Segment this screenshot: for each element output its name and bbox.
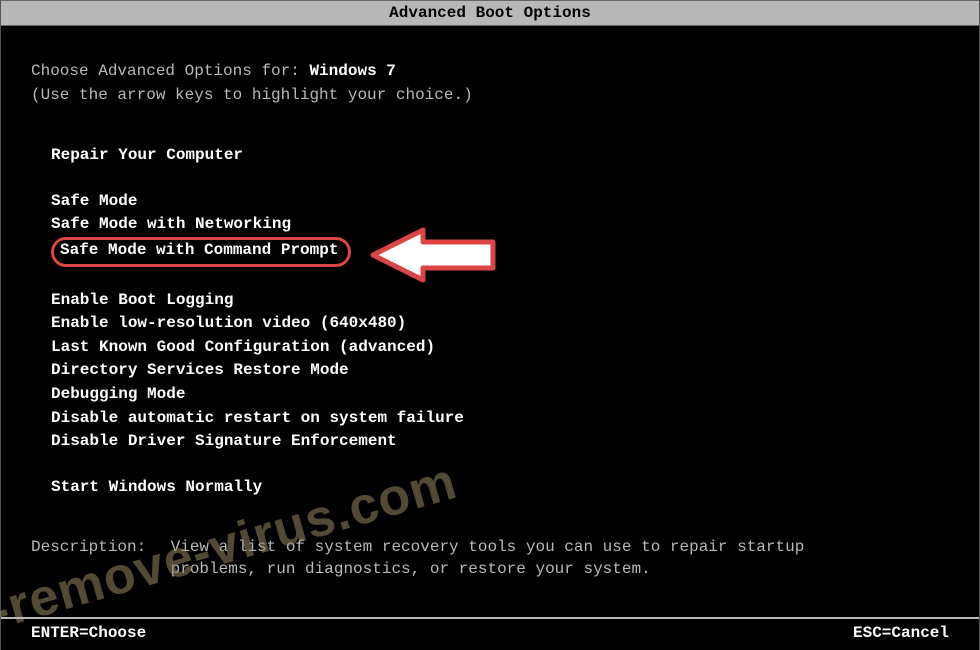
description-label: Description:	[31, 537, 161, 559]
menu-item-low-res[interactable]: Enable low-resolution video (640x480)	[51, 312, 979, 336]
header-prefix: Choose Advanced Options for:	[31, 62, 309, 80]
menu-spacer	[51, 454, 979, 476]
footer-esc-hint: ESC=Cancel	[853, 624, 949, 642]
menu-item-debug[interactable]: Debugging Mode	[51, 383, 979, 407]
footer-bar: ENTER=Choose ESC=Cancel	[1, 617, 979, 650]
annotation-highlight-border: Safe Mode with Command Prompt	[51, 237, 351, 267]
os-name: Windows 7	[309, 62, 395, 80]
boot-menu[interactable]: Repair Your Computer Safe Mode Safe Mode…	[51, 144, 979, 499]
menu-item-start-normally[interactable]: Start Windows Normally	[51, 476, 979, 500]
menu-item-safe-mode-cmd[interactable]: Safe Mode with Command Prompt	[60, 240, 338, 260]
menu-item-last-known-good[interactable]: Last Known Good Configuration (advanced)	[51, 336, 979, 360]
menu-item-boot-logging[interactable]: Enable Boot Logging	[51, 289, 979, 313]
title-bar: Advanced Boot Options	[1, 0, 979, 26]
menu-item-safe-mode-networking[interactable]: Safe Mode with Networking	[51, 213, 979, 237]
menu-item-safe-mode-cmd-wrap[interactable]: Safe Mode with Command Prompt	[51, 237, 979, 267]
menu-spacer	[51, 168, 979, 190]
description-text: View a list of system recovery tools you…	[171, 537, 871, 580]
menu-item-ds-restore[interactable]: Directory Services Restore Mode	[51, 359, 979, 383]
menu-item-disable-restart[interactable]: Disable automatic restart on system fail…	[51, 407, 979, 431]
content-area: Choose Advanced Options for: Windows 7 (…	[1, 26, 979, 581]
window-title: Advanced Boot Options	[389, 4, 591, 22]
description-block: Description: View a list of system recov…	[31, 537, 979, 580]
header-instruction: (Use the arrow keys to highlight your ch…	[31, 85, 979, 107]
footer-enter-hint: ENTER=Choose	[31, 624, 146, 642]
header-line: Choose Advanced Options for: Windows 7	[31, 61, 979, 83]
menu-item-repair[interactable]: Repair Your Computer	[51, 144, 979, 168]
menu-item-safe-mode[interactable]: Safe Mode	[51, 190, 979, 214]
menu-item-disable-sig[interactable]: Disable Driver Signature Enforcement	[51, 430, 979, 454]
menu-spacer	[51, 267, 979, 289]
